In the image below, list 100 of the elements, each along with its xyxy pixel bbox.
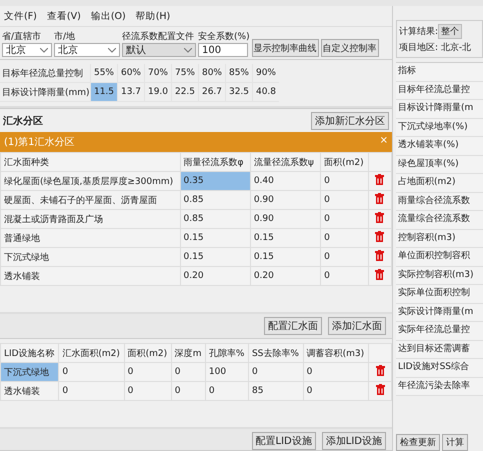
indicator-cell: LID设施对SS综合: [396, 359, 483, 378]
table-cell: 0: [171, 362, 206, 382]
row-label: 目标年径流总量控制: [0, 64, 90, 83]
table-cell[interactable]: 40.8: [252, 83, 279, 102]
trash-icon[interactable]: [375, 250, 384, 261]
field-label: 省/直辖市: [2, 31, 42, 43]
menu-item[interactable]: 文件(F): [4, 10, 37, 22]
table-cell[interactable]: 13.7: [117, 83, 144, 102]
action-button[interactable]: 添加LID设施: [322, 432, 386, 450]
indicator-cell: 流量综合径流系数: [396, 211, 483, 230]
column-header: 深度m: [171, 344, 206, 362]
indicator-cell: 目标设计降雨量(m: [396, 100, 483, 118]
table-cell: 0: [320, 266, 368, 286]
table-cell: 60%: [117, 64, 144, 83]
trash-icon[interactable]: [376, 384, 384, 395]
column-header: 面积(m2): [124, 344, 172, 362]
table-cell: 下沉式绿地: [0, 248, 180, 266]
table-cell[interactable]: 26.7: [198, 83, 225, 102]
table-cell: 85%: [225, 64, 252, 83]
indicator-cell: 实际单位面积控制: [396, 285, 483, 304]
trash-icon[interactable]: [375, 269, 384, 280]
table-cell: 透水铺装: [0, 382, 59, 400]
table-cell: 100: [205, 362, 248, 382]
toolbar-button[interactable]: 显示控制率曲线: [252, 39, 319, 57]
toolbar-button[interactable]: 自定义控制率: [320, 39, 379, 57]
table-cell: 0.15: [180, 248, 250, 266]
action-button[interactable]: 计算: [442, 434, 468, 451]
table-cell[interactable]: 32.5: [225, 83, 252, 102]
add-zone-button[interactable]: 添加新汇水分区: [311, 112, 389, 130]
table-cell[interactable]: 22.5: [171, 83, 198, 102]
table-cell: 0.90: [250, 190, 321, 210]
table-cell: 0: [205, 382, 248, 400]
table-cell: 0: [320, 172, 368, 190]
dropdown[interactable]: 北京: [2, 43, 52, 57]
indicator-cell: 目标年径流总量控: [396, 82, 483, 100]
scope-dropdown[interactable]: 整个: [438, 24, 462, 38]
table-cell: 下沉式绿地: [0, 362, 59, 382]
table-cell: 0: [320, 228, 368, 248]
table-cell: 85: [248, 382, 304, 400]
indicator-cell: 单位面积控制容积: [396, 248, 483, 266]
trash-icon[interactable]: [375, 193, 384, 204]
chevron-icon: [184, 48, 192, 52]
indicator-cell: 透水铺装率(%): [396, 137, 483, 156]
dropdown[interactable]: 默认: [122, 43, 196, 57]
column-header: 孔隙率%: [205, 344, 248, 362]
field-label: 市/地: [54, 31, 76, 43]
column-header: LID设施名称: [0, 344, 59, 362]
table-cell: 70%: [144, 64, 171, 83]
table-cell: 透水铺装: [0, 266, 180, 286]
column-header: 调蓄容积(m3): [303, 344, 368, 362]
table-cell: 0.85: [180, 190, 250, 210]
table-cell: 0.40: [250, 172, 321, 190]
table-cell: 绿化屋面(绿色屋顶,基质层厚度≥300mm): [0, 172, 180, 190]
table-cell: 75%: [171, 64, 198, 83]
table-cell: 0.90: [250, 210, 321, 228]
table-cell: 硬屋面、未铺石子的平屋面、沥青屋面: [0, 190, 180, 210]
column-header: 流量径流系数ψ: [250, 152, 321, 172]
menu-item[interactable]: 查看(V): [46, 10, 81, 22]
table-cell: 普通绿地: [0, 228, 180, 248]
action-button[interactable]: 配置汇水面: [264, 317, 322, 335]
action-button[interactable]: 配置LID设施: [252, 432, 316, 450]
table-cell: 0: [303, 382, 368, 400]
indicator-cell: 雨量综合径流系数: [396, 192, 483, 211]
table-cell: 0: [248, 362, 304, 382]
input-field[interactable]: 100: [198, 43, 248, 57]
dropdown[interactable]: 北京: [54, 43, 120, 57]
column-header: SS去除率%: [248, 344, 304, 362]
table-cell[interactable]: 19.0: [144, 83, 171, 102]
region-label: 项目地区: 北京-北: [399, 42, 472, 54]
table-cell: 0.35: [180, 172, 250, 190]
indicator-cell: 实际年径流总量控: [396, 322, 483, 340]
indicator-cell: 实际设计降雨量(m: [396, 304, 483, 322]
indicator-cell: 绿色屋顶率(%): [396, 156, 483, 174]
trash-icon[interactable]: [375, 231, 384, 242]
table-cell[interactable]: 11.5: [90, 83, 117, 102]
table-cell: 0: [58, 362, 124, 382]
chevron-icon: [108, 48, 116, 52]
table-cell: 80%: [198, 64, 225, 83]
trash-icon[interactable]: [375, 174, 384, 185]
column-header: 汇水面种类: [0, 152, 180, 172]
indicator-cell: 达到目标还需调蓄: [396, 340, 483, 359]
menu-item[interactable]: 输出(O): [90, 10, 126, 22]
table-cell: 90%: [252, 64, 279, 83]
chevron-icon: [40, 48, 48, 52]
table-cell: 0: [58, 382, 124, 400]
table-cell: 0: [320, 190, 368, 210]
column-header: 汇水面积(m2): [58, 344, 124, 362]
action-button[interactable]: 添加汇水面: [328, 317, 386, 335]
column-header: 面积(m2): [320, 152, 368, 172]
table-cell: 0.15: [250, 248, 321, 266]
table-cell: 0.20: [250, 266, 321, 286]
section-title: 汇水分区: [3, 114, 43, 128]
trash-icon[interactable]: [376, 365, 384, 376]
menu-item[interactable]: 帮助(H): [136, 10, 170, 22]
table-cell: 0.85: [180, 210, 250, 228]
action-button[interactable]: 检查更新: [396, 434, 440, 451]
column-header: 指标: [396, 63, 483, 82]
table-cell: 0.20: [180, 266, 250, 286]
trash-icon[interactable]: [375, 212, 384, 223]
indicator-cell: 控制容积(m3): [396, 230, 483, 248]
